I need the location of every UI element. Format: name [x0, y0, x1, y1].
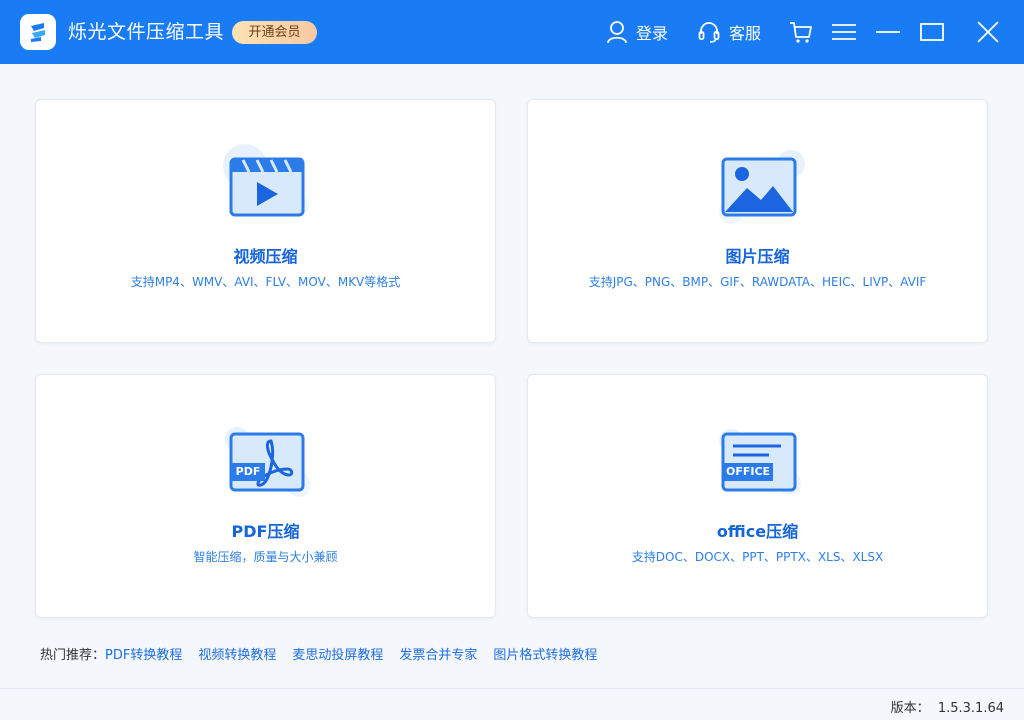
video-compress-card[interactable]: 视频压缩 支持MP4、WMV、AVI、FLV、MOV、MKV等格式: [35, 99, 496, 343]
hot-recommend-label: 热门推荐：: [40, 646, 105, 666]
card-description: 智能压缩，质量与大小兼顾: [36, 548, 495, 565]
card-title: 图片压缩: [528, 243, 987, 267]
image-compress-card[interactable]: 图片压缩 支持JPG、PNG、BMP、GIF、RAWDATA、HEIC、LIVP…: [527, 99, 988, 343]
card-description: 支持JPG、PNG、BMP、GIF、RAWDATA、HEIC、LIVP、AVIF: [528, 273, 987, 290]
pdf-compress-card[interactable]: PDF PDF压缩 智能压缩，质量与大小兼顾: [35, 374, 496, 618]
customer-service-button[interactable]: 客服: [697, 18, 761, 46]
office-compress-card[interactable]: OFFICE office压缩 支持DOC、DOCX、PPT、PPTX、XLS、…: [527, 374, 988, 618]
minimize-icon: [874, 18, 902, 46]
login-label: 登录: [636, 20, 668, 44]
cart-button[interactable]: [787, 18, 815, 46]
pdf-icon-text: PDF: [231, 463, 265, 481]
user-icon: [606, 20, 628, 44]
menu-button[interactable]: [830, 18, 858, 46]
hot-link-image-format-tutorial[interactable]: 图片格式转换教程: [493, 646, 597, 666]
menu-icon: [830, 18, 858, 46]
login-button[interactable]: 登录: [606, 18, 668, 46]
app-logo: [20, 14, 56, 50]
card-title: office压缩: [528, 518, 987, 542]
pdf-icon: PDF: [217, 417, 317, 507]
office-icon-text: OFFICE: [723, 463, 773, 481]
minimize-button[interactable]: [874, 18, 902, 46]
card-description: 支持DOC、DOCX、PPT、PPTX、XLS、XLSX: [528, 548, 987, 565]
maximize-button[interactable]: [918, 18, 946, 46]
image-icon: [709, 142, 809, 232]
office-icon: OFFICE: [709, 417, 809, 507]
maximize-icon: [918, 18, 946, 46]
status-bar: 版本： 1.5.3.1.64: [0, 688, 1024, 720]
hot-link-invoice-merge[interactable]: 发票合并专家: [399, 646, 477, 666]
card-description: 支持MP4、WMV、AVI、FLV、MOV、MKV等格式: [36, 273, 495, 290]
video-icon: [217, 142, 317, 232]
hot-link-pdf-tutorial[interactable]: PDF转换教程: [105, 646, 182, 666]
logo-icon: [25, 19, 51, 45]
card-title: 视频压缩: [36, 243, 495, 267]
card-title: PDF压缩: [36, 518, 495, 542]
close-icon: [974, 18, 1002, 46]
hot-link-video-tutorial[interactable]: 视频转换教程: [198, 646, 276, 666]
headset-icon: [697, 20, 721, 44]
cart-icon: [787, 18, 815, 46]
hot-recommend-bar: 热门推荐： PDF转换教程 视频转换教程 麦思动投屏教程 发票合并专家 图片格式…: [40, 646, 613, 666]
close-button[interactable]: [974, 18, 1002, 46]
app-title: 烁光文件压缩工具: [68, 20, 224, 44]
customer-service-label: 客服: [729, 20, 761, 44]
title-bar: 烁光文件压缩工具 开通会员 登录 客服: [0, 0, 1024, 64]
version-text: 版本： 1.5.3.1.64: [891, 697, 1004, 716]
hot-link-screencast-tutorial[interactable]: 麦思动投屏教程: [292, 646, 383, 666]
vip-button[interactable]: 开通会员: [232, 21, 317, 44]
